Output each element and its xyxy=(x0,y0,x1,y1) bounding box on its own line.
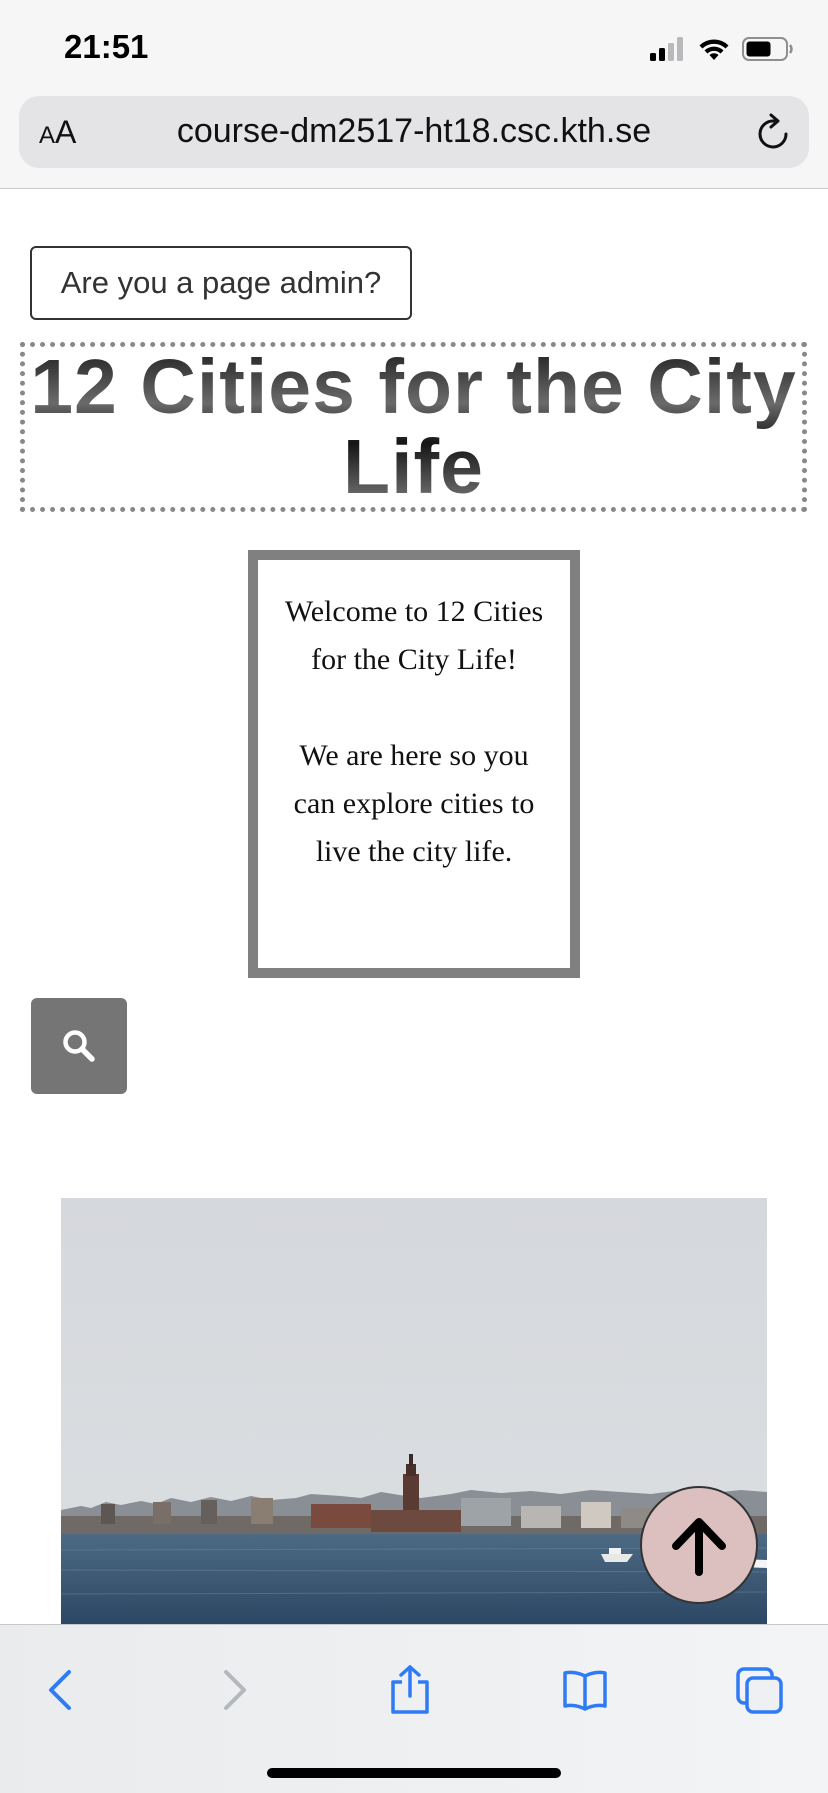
status-bar: 21:51 xyxy=(0,0,828,96)
tabs-icon xyxy=(736,1667,783,1714)
search-icon xyxy=(63,1030,95,1062)
status-icons xyxy=(650,36,794,62)
tabs-button[interactable] xyxy=(725,1655,795,1725)
arrow-up-icon xyxy=(672,1518,726,1576)
page-admin-button[interactable]: Are you a page admin? xyxy=(30,246,412,320)
forward-button[interactable] xyxy=(200,1655,270,1725)
search-button[interactable] xyxy=(31,998,127,1094)
battery-icon xyxy=(742,37,793,61)
welcome-text: Welcome to 12 Cities for the City Life! xyxy=(284,595,544,676)
page-title: 12 Cities for the City Life xyxy=(25,347,802,507)
welcome-box: Welcome to 12 Cities for the City Life! … xyxy=(248,550,580,978)
back-button[interactable] xyxy=(25,1655,95,1725)
browser-top-bar: AA course-dm2517-ht18.csc.kth.se xyxy=(0,96,828,189)
share-button[interactable] xyxy=(375,1655,445,1725)
wifi-icon xyxy=(699,39,729,60)
title-box: 12 Cities for the City Life xyxy=(20,342,807,512)
status-time: 21:51 xyxy=(64,28,149,65)
share-icon xyxy=(391,1665,429,1714)
welcome-description: We are here so you can explore cities to… xyxy=(293,739,535,868)
forward-icon xyxy=(224,1670,246,1710)
bookmarks-icon xyxy=(563,1670,607,1711)
scroll-to-top-button[interactable] xyxy=(640,1486,758,1604)
url-text[interactable]: course-dm2517-ht18.csc.kth.se xyxy=(19,112,809,151)
back-icon xyxy=(49,1670,71,1710)
home-indicator[interactable] xyxy=(267,1768,561,1778)
cellular-signal-icon xyxy=(650,37,683,61)
bookmarks-button[interactable] xyxy=(550,1655,620,1725)
address-bar[interactable]: AA course-dm2517-ht18.csc.kth.se xyxy=(19,96,809,168)
reload-icon[interactable] xyxy=(755,112,793,152)
